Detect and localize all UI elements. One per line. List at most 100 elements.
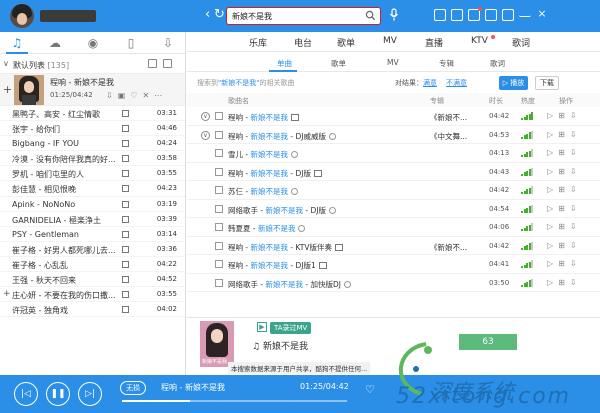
result-row[interactable]: 雪儿 - 新娘不是我 04:13 ▷ ⊞ ⇩ [187,144,600,163]
mv-icon[interactable] [122,306,129,314]
next-button[interactable]: ▷| [78,382,102,406]
search-icon[interactable] [365,10,376,21]
satisfied-link[interactable]: 满意 [423,78,437,88]
subtab-2[interactable]: MV [387,58,399,67]
download-icon[interactable]: ⇩ [570,222,577,231]
previous-button[interactable]: |◁ [14,382,38,406]
result-song-name[interactable]: 雪儿 - 新娘不是我 [228,149,298,160]
row-checkbox[interactable] [215,130,223,139]
heart-icon[interactable]: ♡ [130,91,137,100]
category-tab-2[interactable]: 歌单 [337,36,355,49]
category-tab-1[interactable]: 电台 [294,36,312,49]
result-row[interactable]: 程响 - 新娘不是我 - KTV版伴奏 《新娘不... 04:42 ▷ ⊞ ⇩ [187,237,600,255]
playlist-song-row[interactable]: 张宇 - 给你们 04:46 [0,121,185,137]
mv-icon[interactable] [122,230,129,238]
download-icon[interactable]: ⇩ [570,167,577,176]
result-song-name[interactable]: 网络歌手 - 新娘不是我 - 加快版DJ [228,279,351,290]
download-icon[interactable]: ⇩ [570,259,577,268]
play-icon[interactable]: ▷ [547,148,553,157]
row-checkbox[interactable] [215,186,223,194]
collapse-icon[interactable]: ∨ [3,59,9,68]
category-tab-5[interactable]: KTV [471,36,488,46]
music-note-icon[interactable]: ♫ [10,36,24,50]
list-menu-icon[interactable] [163,59,172,68]
mv-icon[interactable] [122,215,129,223]
download-icon[interactable]: ⇩ [106,91,113,100]
add-icon[interactable]: ⊞ [558,241,565,250]
playlist-song-row[interactable]: + 庄心妍 - 不要在我的伤口撒... 03:55 [0,287,185,303]
mv-icon[interactable] [122,245,129,253]
result-song-name[interactable]: 苏仨 - 新娘不是我 [228,186,298,197]
add-icon[interactable]: ⊞ [558,130,565,139]
play-icon[interactable]: ▷ [547,241,553,250]
result-song-name[interactable]: 程响 - 新娘不是我 - DJ威威版 [228,131,336,142]
download-icon[interactable]: ⇩ [570,148,577,157]
add-icon[interactable]: ⊞ [558,111,565,120]
mini-mode-icon[interactable] [502,9,514,21]
search-input[interactable]: 新娘不是我 [232,11,272,22]
settings-icon[interactable] [485,9,497,21]
message-icon[interactable] [468,7,482,21]
play-icon[interactable]: ▷ [547,185,553,194]
artist-cover-image[interactable]: 新娘不是我 [200,321,234,367]
playlist-song-row[interactable]: 黑鸭子、高安 - 红尘情歌 03:31 [0,106,185,122]
result-song-name[interactable]: 网络歌手 - 新娘不是我 - DJ版 [228,205,336,216]
add-icon[interactable]: ⊞ [558,167,565,176]
result-row[interactable]: 苏仨 - 新娘不是我 04:42 ▷ ⊞ ⇩ [187,181,600,200]
play-icon[interactable]: ▷ [547,130,553,139]
mv-icon[interactable] [122,110,129,117]
phone-icon[interactable]: ▯ [124,36,138,50]
ta-mv-badge[interactable]: TA录过MV [270,322,312,334]
user-avatar[interactable] [10,4,34,28]
back-arrow-icon[interactable]: ‹ [205,8,210,22]
result-row[interactable]: ∨ 程响 - 新娘不是我 《新娘不... 04:42 ▷ ⊞ ⇩ [187,107,600,126]
row-checkbox[interactable] [215,167,223,176]
playlist-song-row[interactable]: 王强 - 秋天不回来 04:52 [0,272,185,288]
subtab-1[interactable]: 歌单 [331,58,346,69]
play-all-button[interactable]: ▷ 播放 [499,76,528,90]
result-row[interactable]: ∨ 程响 - 新娘不是我 - DJ威威版 《中文舞... 04:53 ▷ ⊞ ⇩ [187,126,600,144]
result-album[interactable]: 《中文舞... [430,131,474,142]
play-icon[interactable]: ▷ [547,222,553,231]
mv-icon[interactable] [122,200,129,208]
playlist-song-row[interactable]: 彭佳慧 - 相见恨晚 04:23 [0,181,185,197]
playlist-song-row[interactable]: PSY - Gentleman 03:14 [0,227,185,242]
subtab-4[interactable]: 歌词 [490,58,505,69]
category-tab-6[interactable]: 歌词 [512,36,530,49]
row-checkbox[interactable] [215,241,223,250]
download-icon[interactable]: ⇩ [570,185,577,194]
favorite-heart-icon[interactable]: ♡ [365,383,375,396]
subtab-0[interactable]: 单曲 [277,58,292,69]
row-checkbox[interactable] [215,149,223,157]
minimize-icon[interactable] [519,9,531,17]
playlist-song-row[interactable]: 罗机 - 咱们屯里的人 03:55 [0,166,185,182]
download-icon[interactable]: ⇩ [570,278,577,287]
playlist-song-row[interactable]: 冷漠 - 没有你陪伴我真的好... 03:58 [0,151,185,167]
category-tab-4[interactable]: 直播 [425,36,443,49]
search-box[interactable]: 新娘不是我 [226,7,381,25]
row-checkbox[interactable] [215,278,223,287]
expand-icon[interactable]: ∨ [201,130,210,140]
bottom-song-title[interactable]: ♫ 新娘不是我 [252,339,308,352]
result-row[interactable]: 韩夏夏 - 新娘不是我 04:06 ▷ ⊞ ⇩ [187,218,600,237]
add-icon[interactable]: ⊞ [558,222,565,231]
expand-icon[interactable]: ∨ [201,112,210,121]
mv-icon[interactable]: ▣ [118,91,126,100]
mv-icon[interactable] [122,185,129,193]
row-checkbox[interactable] [215,260,223,268]
result-album[interactable]: 《新娘不... [430,112,474,123]
playlist-song-row[interactable]: 许冠英 - 独角戏 04:02 [0,302,185,318]
pause-button[interactable]: ❚❚ [46,382,70,406]
play-icon[interactable]: ▷ [547,204,553,213]
username-blurred[interactable] [40,10,96,22]
now-playing-item[interactable]: + 程响 - 新娘不是我 01:25/04:42 ⇩ ▣ ♡ ✕ ⋯ [0,74,185,106]
quality-mode-badge[interactable]: 无损 [120,381,146,395]
mv-icon[interactable] [122,125,129,133]
play-icon[interactable]: ▷ [547,167,553,176]
mv-icon[interactable] [122,140,129,148]
play-icon[interactable]: ▷ [547,111,553,120]
mv-icon[interactable] [122,260,129,268]
download-icon[interactable]: ⇩ [570,130,577,139]
result-row[interactable]: 程响 - 新娘不是我 - DJ版1 04:41 ▷ ⊞ ⇩ [187,255,600,274]
result-row[interactable]: 网络歌手 - 新娘不是我 - 加快版DJ 03:50 ▷ ⊞ ⇩ [187,274,600,292]
